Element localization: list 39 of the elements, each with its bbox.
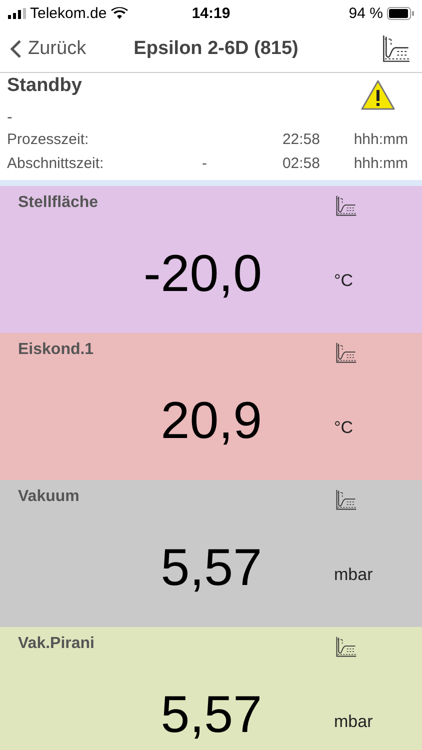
chevron-left-icon	[10, 39, 22, 59]
chart-icon[interactable]	[334, 635, 358, 659]
sensor-value: 5,57	[160, 538, 263, 598]
chart-icon[interactable]	[334, 488, 358, 512]
sensor-panel[interactable]: Stellfläche -20,0 °C	[0, 186, 422, 333]
sensor-value: 5,57	[160, 684, 263, 744]
screen-title: Epsilon 2-6D (815)	[132, 38, 300, 60]
time-label: Prozesszeit:	[7, 130, 90, 148]
phase-text: -	[7, 108, 14, 127]
time-value: 02:58	[281, 154, 321, 172]
sensor-unit: °C	[334, 270, 354, 290]
chart-button[interactable]	[380, 33, 412, 65]
time-unit: hhh:mm	[352, 130, 408, 148]
time-unit: hhh:mm	[352, 154, 408, 172]
sensor-name: Eiskond.1	[17, 340, 95, 360]
back-button[interactable]: Zurück	[10, 38, 86, 60]
sensor-unit: mbar	[334, 564, 374, 584]
battery-icon	[387, 6, 414, 20]
chart-icon[interactable]	[334, 194, 358, 218]
time-value: 22:58	[281, 130, 321, 148]
sensor-value: -20,0	[142, 244, 263, 304]
step-value: -	[202, 154, 208, 172]
sensor-panel[interactable]: Vakuum 5,57 mbar	[0, 480, 422, 627]
sensor-unit: °C	[334, 418, 354, 438]
time-label: Abschnittszeit:	[7, 154, 105, 172]
clock-time: 14:19	[192, 4, 230, 22]
signal-icon	[8, 8, 26, 18]
status-title: Standby	[7, 74, 83, 98]
wifi-icon	[110, 7, 128, 19]
chart-icon[interactable]	[334, 341, 358, 365]
sensor-name: Vak.Pirani	[17, 634, 96, 654]
sensor-unit: mbar	[334, 712, 374, 732]
sensor-name: Stellfläche	[17, 193, 100, 213]
sensor-panel[interactable]: Vak.Pirani 5,57 mbar	[0, 627, 422, 750]
sensor-panel[interactable]: Eiskond.1 20,9 °C	[0, 333, 422, 480]
carrier-name: Telekom.de	[30, 4, 107, 22]
battery-percent: 94 %	[348, 4, 383, 22]
sensor-value: 20,9	[160, 390, 263, 450]
sensor-name: Vakuum	[17, 487, 80, 507]
